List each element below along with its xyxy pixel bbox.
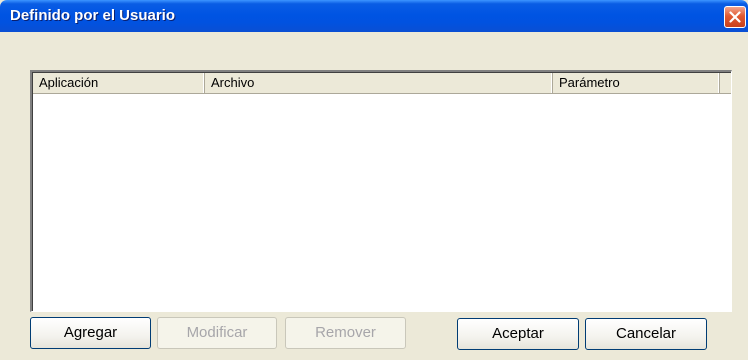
- applications-list[interactable]: Aplicación Archivo Parámetro: [30, 70, 732, 312]
- dialog-window: Definido por el Usuario Aplicación Archi…: [0, 0, 748, 360]
- edit-button[interactable]: Modificar: [157, 317, 277, 349]
- window-title: Definido por el Usuario: [10, 7, 176, 24]
- window-bottom-edge: [0, 352, 748, 360]
- cancel-button[interactable]: Cancelar: [585, 318, 707, 350]
- title-bar[interactable]: Definido por el Usuario: [0, 0, 748, 32]
- close-icon: [729, 11, 741, 23]
- list-header: Aplicación Archivo Parámetro: [33, 73, 731, 94]
- column-header-file[interactable]: Archivo: [205, 73, 553, 94]
- close-button[interactable]: [724, 6, 746, 28]
- column-header-parameter[interactable]: Parámetro: [553, 73, 720, 94]
- ok-button[interactable]: Aceptar: [457, 318, 579, 350]
- remove-button[interactable]: Remover: [285, 317, 406, 349]
- add-button[interactable]: Agregar: [30, 317, 151, 349]
- column-header-application[interactable]: Aplicación: [33, 73, 205, 94]
- column-header-filler: [720, 73, 731, 94]
